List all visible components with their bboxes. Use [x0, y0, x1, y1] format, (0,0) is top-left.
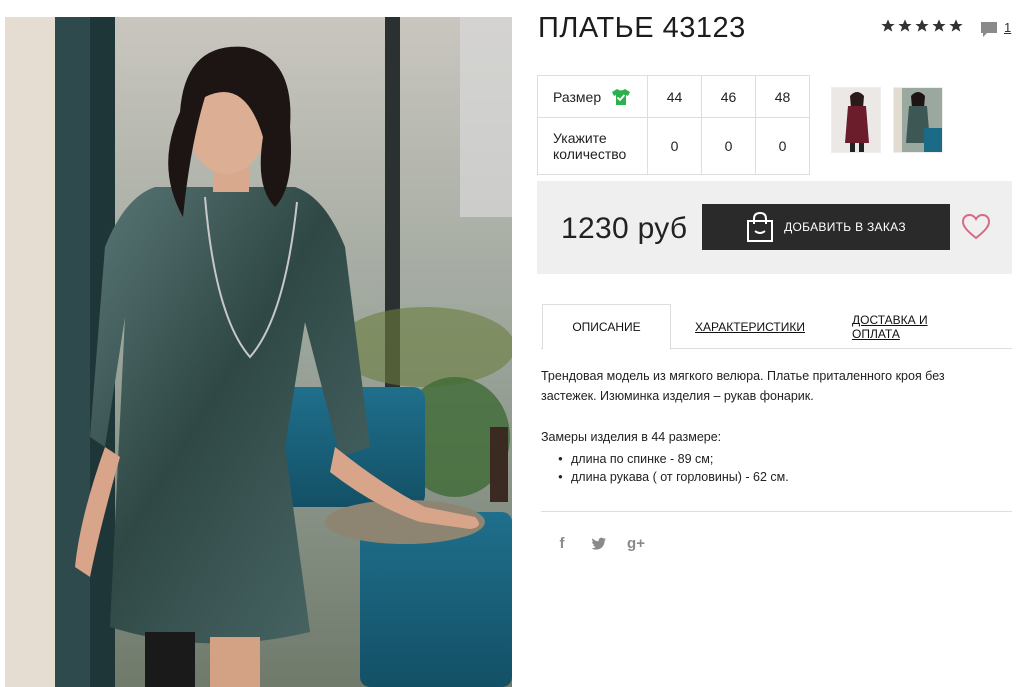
quantity-input-48[interactable]: 0: [755, 117, 810, 175]
quantity-label-line2: количество: [553, 146, 627, 162]
add-to-order-button[interactable]: ДОБАВИТЬ В ЗАКАЗ: [702, 204, 950, 250]
star-icon[interactable]: [948, 18, 964, 34]
size-chart-icon[interactable]: [611, 88, 631, 106]
twitter-icon[interactable]: [591, 537, 607, 551]
facebook-icon[interactable]: f: [553, 535, 571, 552]
add-to-order-label: ДОБАВИТЬ В ЗАКАЗ: [784, 220, 906, 234]
star-icon[interactable]: [914, 18, 930, 34]
product-description: Трендовая модель из мягкого велюра. Плат…: [541, 369, 945, 403]
reviews-count[interactable]: 1: [1004, 20, 1011, 35]
product-tabs: ОПИСАНИЕ ХАРАКТЕРИСТИКИ ДОСТАВКА И ОПЛАТ…: [541, 304, 1012, 350]
favorite-heart-icon[interactable]: [962, 214, 990, 240]
product-title: ПЛАТЬЕ 43123: [538, 12, 746, 44]
size-44[interactable]: 44: [647, 75, 702, 118]
tab-description[interactable]: ОПИСАНИЕ: [542, 304, 671, 350]
color-thumbnails: [831, 87, 943, 153]
size-46[interactable]: 46: [701, 75, 756, 118]
quantity-input-46[interactable]: 0: [701, 117, 756, 175]
tab-delivery-payment[interactable]: ДОСТАВКА И ОПЛАТА: [852, 304, 978, 349]
star-icon[interactable]: [880, 18, 896, 34]
quantity-input-44[interactable]: 0: [647, 117, 702, 175]
shopping-bag-icon: [747, 212, 774, 242]
purchase-panel: 1230 руб ДОБАВИТЬ В ЗАКАЗ: [537, 181, 1012, 274]
product-main-photo[interactable]: [5, 17, 512, 687]
measurement-item: длина рукава ( от горловины) - 62 см.: [558, 468, 789, 486]
comment-icon: [981, 22, 997, 37]
size-label: Размер: [553, 88, 602, 105]
google-plus-icon[interactable]: g+: [627, 535, 645, 552]
tab-characteristics[interactable]: ХАРАКТЕРИСТИКИ: [694, 304, 806, 349]
size-48[interactable]: 48: [755, 75, 810, 118]
social-share: f g+: [553, 535, 645, 552]
divider: [541, 511, 1012, 512]
size-label-cell: Размер: [537, 75, 648, 118]
rating-stars[interactable]: [880, 18, 964, 34]
reviews-link[interactable]: 1: [980, 20, 1011, 38]
measurements-list: длина по спинке - 89 см; длина рукава ( …: [558, 450, 789, 486]
size-table: Размер 44 46 48 Укажите количество 0 0 0: [537, 75, 810, 175]
quantity-label-line1: Укажите: [553, 130, 607, 146]
measurements-title: Замеры изделия в 44 размере:: [541, 430, 722, 444]
quantity-label-cell: Укажите количество: [537, 117, 648, 175]
price: 1230 руб: [561, 212, 688, 245]
thumbnail-teal[interactable]: [893, 87, 943, 153]
thumbnail-burgundy[interactable]: [831, 87, 881, 153]
star-icon[interactable]: [897, 18, 913, 34]
measurement-item: длина по спинке - 89 см;: [558, 450, 789, 468]
star-icon[interactable]: [931, 18, 947, 34]
